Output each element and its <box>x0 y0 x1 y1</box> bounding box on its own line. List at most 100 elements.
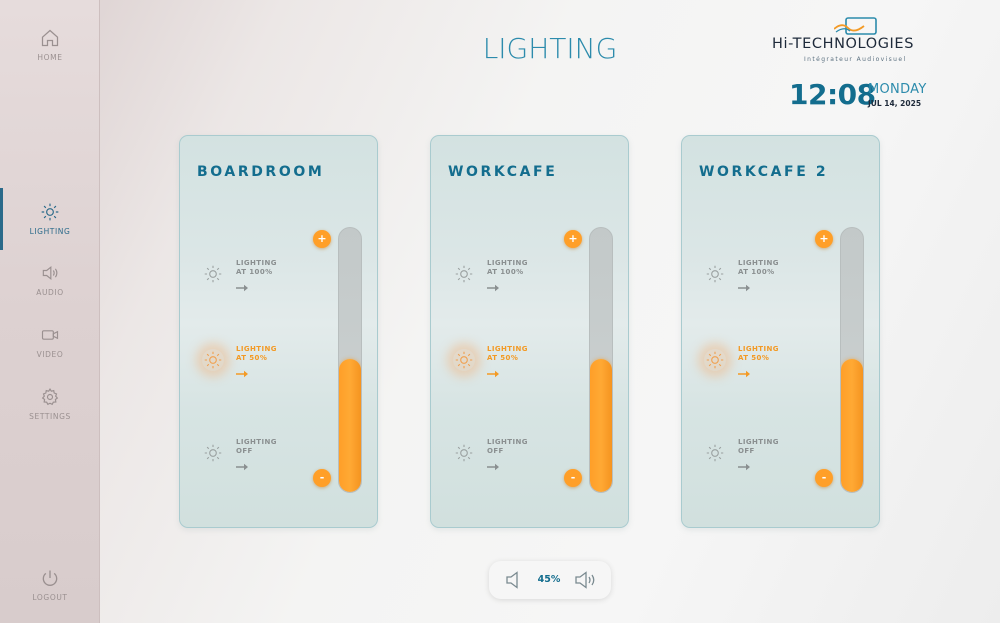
gear-icon <box>41 388 59 406</box>
logout-button[interactable]: LOGOUT <box>0 555 100 615</box>
clock-day: MONDAY <box>868 82 927 97</box>
arrow-right-icon <box>236 277 248 292</box>
nav-item-audio[interactable]: AUDIO <box>0 250 100 310</box>
nav-item-video[interactable]: VIDEO <box>0 312 100 372</box>
preset-label-line2: AT 50% <box>236 354 268 362</box>
arrow-right-icon <box>487 456 499 471</box>
arrow-right-icon <box>738 456 750 471</box>
preset-label: LIGHTING AT 50% <box>487 345 528 363</box>
preset-label: LIGHTING AT 100% <box>487 259 528 277</box>
nav-label-home: HOME <box>37 53 63 62</box>
arrow-right-icon <box>487 277 499 292</box>
preset-label: LIGHTING OFF <box>487 438 528 456</box>
preset-lighting-100[interactable]: LIGHTING AT 100% <box>202 259 312 299</box>
sun-icon <box>453 349 475 371</box>
preset-label-line1: LIGHTING <box>236 345 277 353</box>
preset-label-line2: OFF <box>738 447 755 455</box>
preset-label-line1: LIGHTING <box>738 259 779 267</box>
nav-label-settings: SETTINGS <box>29 412 71 421</box>
preset-label-line2: AT 100% <box>738 268 775 276</box>
preset-label-line1: LIGHTING <box>738 438 779 446</box>
preset-label-line1: LIGHTING <box>487 438 528 446</box>
preset-lighting-50[interactable]: LIGHTING AT 50% <box>704 345 814 385</box>
nav-item-settings[interactable]: SETTINGS <box>0 374 100 434</box>
nav-label-audio: AUDIO <box>36 288 64 297</box>
arrow-right-icon <box>738 277 750 292</box>
preset-label: LIGHTING AT 50% <box>236 345 277 363</box>
brand-name: Hi-TECHNOLOGIES <box>772 36 914 52</box>
level-plus-button[interactable]: + <box>313 230 331 248</box>
sun-icon <box>704 442 726 464</box>
level-plus-button[interactable]: + <box>815 230 833 248</box>
sun-icon <box>453 442 475 464</box>
arrow-right-icon <box>738 363 750 378</box>
company-logo: Hi-TECHNOLOGIES Intégrateur Audiovisuel <box>770 14 952 64</box>
preset-label-line2: AT 100% <box>236 268 273 276</box>
arrow-right-icon <box>236 363 248 378</box>
sun-icon <box>202 263 224 285</box>
preset-label: LIGHTING AT 100% <box>738 259 779 277</box>
logout-label: LOGOUT <box>32 593 68 602</box>
level-minus-button[interactable]: - <box>815 469 833 487</box>
clock-date: JUL 14, 2025 <box>868 99 922 108</box>
preset-label-line2: AT 50% <box>487 354 519 362</box>
room-card: BOARDROOM LIGHTING AT 100% LIGHTING AT 50% LI… <box>179 135 378 528</box>
arrow-right-icon <box>236 456 248 471</box>
room-card: WORKCAFE LIGHTING AT 100% LIGHTING AT 50% LIG… <box>430 135 629 528</box>
level-fill[interactable] <box>841 359 863 492</box>
preset-label-line1: LIGHTING <box>236 438 277 446</box>
level-minus-button[interactable]: - <box>564 469 582 487</box>
preset-label-line1: LIGHTING <box>487 345 528 353</box>
nav-item-home[interactable]: HOME <box>0 15 100 75</box>
clock-time: 12:08 <box>789 78 876 111</box>
room-name: WORKCAFE 2 <box>699 164 829 180</box>
level-slider[interactable] <box>589 227 613 493</box>
sun-icon <box>704 349 726 371</box>
power-icon <box>42 570 58 586</box>
logo-mark-icon <box>834 17 877 35</box>
preset-lighting-50[interactable]: LIGHTING AT 50% <box>453 345 563 385</box>
preset-lighting-100[interactable]: LIGHTING AT 100% <box>453 259 563 299</box>
volume-control: 45% <box>489 561 611 599</box>
nav-label-lighting: LIGHTING <box>29 227 71 236</box>
preset-lighting-off[interactable]: LIGHTING OFF <box>704 438 814 478</box>
brand-tagline: Intégrateur Audiovisuel <box>804 56 907 63</box>
nav-label-video: VIDEO <box>36 350 64 359</box>
volume-value: 45% <box>537 574 561 585</box>
camera-icon <box>41 330 59 340</box>
level-minus-button[interactable]: - <box>313 469 331 487</box>
sun-icon <box>41 203 59 221</box>
preset-label: LIGHTING OFF <box>738 438 779 456</box>
arrow-right-icon <box>487 363 499 378</box>
page-title: LIGHTING <box>482 32 618 65</box>
room-name: BOARDROOM <box>197 164 325 180</box>
preset-label-line2: AT 50% <box>738 354 770 362</box>
preset-lighting-off[interactable]: LIGHTING OFF <box>453 438 563 478</box>
room-name: WORKCAFE <box>448 164 558 180</box>
preset-label: LIGHTING AT 100% <box>236 259 277 277</box>
home-icon <box>41 29 59 47</box>
preset-label-line1: LIGHTING <box>236 259 277 267</box>
preset-label-line1: LIGHTING <box>738 345 779 353</box>
preset-lighting-off[interactable]: LIGHTING OFF <box>202 438 312 478</box>
sun-icon <box>453 263 475 285</box>
volume-up-icon[interactable] <box>574 570 598 590</box>
sun-icon <box>704 263 726 285</box>
sidebar: HOME LIGHTING AUDIO VIDEO SETTINGS LOGOU… <box>0 0 100 623</box>
level-slider[interactable] <box>338 227 362 493</box>
level-fill[interactable] <box>339 359 361 492</box>
volume-down-icon[interactable] <box>504 570 524 590</box>
level-slider[interactable] <box>840 227 864 493</box>
nav-item-lighting[interactable]: LIGHTING <box>0 188 100 250</box>
room-card: WORKCAFE 2 LIGHTING AT 100% LIGHTING AT 50% L… <box>681 135 880 528</box>
speaker-icon <box>42 265 58 281</box>
preset-label-line2: OFF <box>487 447 504 455</box>
preset-label: LIGHTING AT 50% <box>738 345 779 363</box>
preset-lighting-50[interactable]: LIGHTING AT 50% <box>202 345 312 385</box>
preset-lighting-100[interactable]: LIGHTING AT 100% <box>704 259 814 299</box>
sun-icon <box>202 442 224 464</box>
sun-icon <box>202 349 224 371</box>
preset-label-line2: OFF <box>236 447 253 455</box>
level-plus-button[interactable]: + <box>564 230 582 248</box>
level-fill[interactable] <box>590 359 612 492</box>
